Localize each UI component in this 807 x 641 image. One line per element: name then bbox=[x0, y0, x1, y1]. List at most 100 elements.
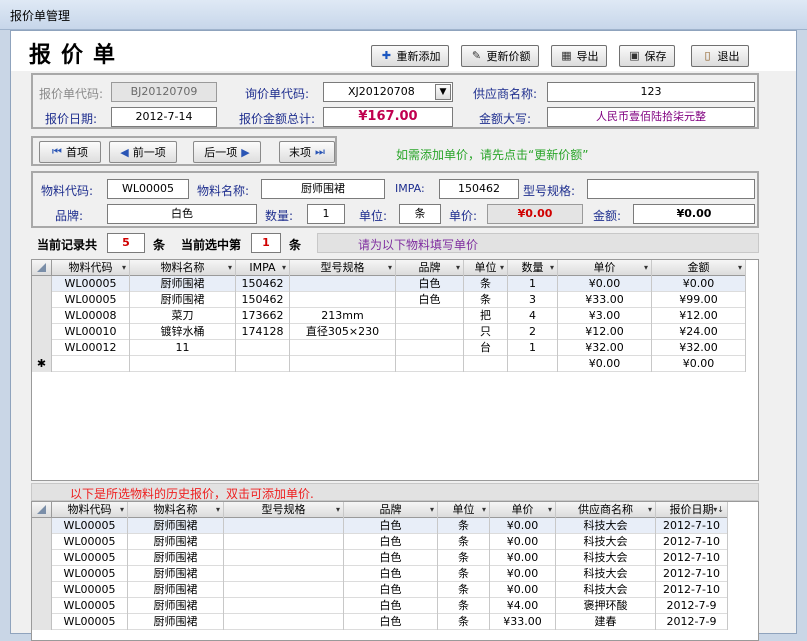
items-header-8[interactable]: 单价 ▾ bbox=[558, 260, 652, 276]
items-new-cell[interactable]: ¥0.00 bbox=[558, 356, 652, 372]
item-name-field[interactable]: 厨师围裙 bbox=[261, 179, 385, 199]
items-cell[interactable] bbox=[290, 340, 396, 356]
items-grid[interactable]: 物料代码 ▾ 物料名称 ▾ IMPA ▾ 型号规格 ▾ 品牌 ▾ 单位 ▾ 数量 ▾ 单价 ▾ 金额 ▾ WL000… bbox=[31, 259, 759, 481]
history-cell[interactable]: 建春 bbox=[556, 614, 656, 630]
items-cell[interactable] bbox=[236, 340, 290, 356]
history-row[interactable]: WL00005 厨师围裙 白色条 ¥0.00 科技大会 2012-7-10 bbox=[32, 582, 728, 598]
prev-record-button[interactable]: ◀ 前一项 bbox=[109, 141, 177, 163]
history-cell[interactable]: 厨师围裙 bbox=[128, 550, 224, 566]
items-cell[interactable]: 台 bbox=[464, 340, 508, 356]
history-cell[interactable]: WL00005 bbox=[52, 518, 128, 534]
history-cell[interactable]: 白色 bbox=[344, 614, 438, 630]
items-cell[interactable]: 1 bbox=[508, 276, 558, 292]
column-filter-arrow-icon[interactable]: ▾ bbox=[644, 260, 648, 275]
items-cell[interactable]: ¥3.00 bbox=[558, 308, 652, 324]
history-row[interactable]: WL00005 厨师围裙 白色条 ¥0.00 科技大会 2012-7-10 bbox=[32, 534, 728, 550]
history-cell[interactable]: 条 bbox=[438, 614, 490, 630]
brand-field[interactable]: 白色 bbox=[107, 204, 257, 224]
row-selector[interactable] bbox=[32, 518, 52, 534]
history-cell[interactable]: 条 bbox=[438, 550, 490, 566]
items-cell[interactable]: WL00005 bbox=[52, 276, 130, 292]
history-cell[interactable]: 2012-7-10 bbox=[656, 566, 728, 582]
history-cell[interactable]: 条 bbox=[438, 566, 490, 582]
items-cell[interactable]: 把 bbox=[464, 308, 508, 324]
history-cell[interactable]: 条 bbox=[438, 518, 490, 534]
impa-field[interactable]: 150462 bbox=[439, 179, 519, 199]
history-cell[interactable]: 厨师围裙 bbox=[128, 534, 224, 550]
items-cell[interactable]: ¥12.00 bbox=[558, 324, 652, 340]
exit-button[interactable]: ▯ 退出 bbox=[691, 45, 749, 67]
history-cell[interactable]: 厨师围裙 bbox=[128, 598, 224, 614]
row-selector[interactable] bbox=[32, 598, 52, 614]
items-cell[interactable]: 条 bbox=[464, 292, 508, 308]
items-row[interactable]: WL00005 厨师围裙 150462 白色条 3 ¥33.00 ¥99.00 bbox=[32, 292, 746, 308]
history-cell[interactable]: ¥0.00 bbox=[490, 566, 556, 582]
items-header-3[interactable]: IMPA ▾ bbox=[236, 260, 290, 276]
row-selector[interactable] bbox=[32, 340, 52, 356]
items-new-cell[interactable] bbox=[290, 356, 396, 372]
history-cell[interactable]: 条 bbox=[438, 534, 490, 550]
row-selector[interactable] bbox=[32, 550, 52, 566]
history-cell[interactable]: 2012-7-10 bbox=[656, 582, 728, 598]
select-all-corner[interactable] bbox=[32, 260, 52, 276]
column-filter-arrow-icon[interactable]: ▾ bbox=[282, 260, 286, 275]
history-cell[interactable]: ¥33.00 bbox=[490, 614, 556, 630]
items-new-cell[interactable] bbox=[464, 356, 508, 372]
history-grid[interactable]: 物料代码 ▾ 物料名称 ▾ 型号规格 ▾ 品牌 ▾ 单位 ▾ 单价 ▾ 供应商名称 ▾ 报价日期 ▾↓ WL00… bbox=[31, 501, 759, 641]
items-cell[interactable]: 只 bbox=[464, 324, 508, 340]
history-cell[interactable]: 白色 bbox=[344, 598, 438, 614]
unit-field[interactable]: 条 bbox=[399, 204, 441, 224]
history-cell[interactable] bbox=[224, 598, 344, 614]
items-row[interactable]: WL00008 菜刀 173662 213mm 把 4 ¥3.00 ¥12.00 bbox=[32, 308, 746, 324]
history-cell[interactable]: 白色 bbox=[344, 518, 438, 534]
row-selector[interactable] bbox=[32, 308, 52, 324]
column-filter-arrow-icon[interactable]: ▾ bbox=[482, 502, 486, 517]
history-cell[interactable]: 褒押环酸 bbox=[556, 598, 656, 614]
chevron-down-icon[interactable]: ▼ bbox=[435, 84, 451, 100]
items-header-9[interactable]: 金额 ▾ bbox=[652, 260, 746, 276]
items-cell[interactable]: WL00010 bbox=[52, 324, 130, 340]
history-row[interactable]: WL00005 厨师围裙 白色条 ¥0.00 科技大会 2012-7-10 bbox=[32, 566, 728, 582]
items-cell[interactable]: WL00005 bbox=[52, 292, 130, 308]
column-filter-arrow-icon[interactable]: ▾ bbox=[738, 260, 742, 275]
history-header-1[interactable]: 物料代码 ▾ bbox=[52, 502, 128, 518]
items-cell[interactable]: ¥32.00 bbox=[558, 340, 652, 356]
history-cell[interactable]: 科技大会 bbox=[556, 566, 656, 582]
items-cell[interactable] bbox=[396, 324, 464, 340]
items-cell[interactable]: 150462 bbox=[236, 276, 290, 292]
update-price-button[interactable]: ✎ 更新价额 bbox=[461, 45, 539, 67]
column-filter-arrow-icon[interactable]: ▾↓ bbox=[713, 502, 724, 517]
history-row[interactable]: WL00005 厨师围裙 白色条 ¥33.00 建春 2012-7-9 bbox=[32, 614, 728, 630]
items-new-row[interactable]: ✱ ¥0.00 ¥0.00 bbox=[32, 356, 746, 372]
items-row[interactable]: WL00005 厨师围裙 150462 白色条 1 ¥0.00 ¥0.00 bbox=[32, 276, 746, 292]
items-cell[interactable] bbox=[290, 276, 396, 292]
supplier-field[interactable]: 123 bbox=[547, 82, 755, 102]
history-cell[interactable]: 2012-7-10 bbox=[656, 550, 728, 566]
history-cell[interactable]: WL00005 bbox=[52, 598, 128, 614]
items-cell[interactable]: 150462 bbox=[236, 292, 290, 308]
items-cell[interactable]: 4 bbox=[508, 308, 558, 324]
last-record-button[interactable]: 末项 ⏭ bbox=[279, 141, 335, 163]
history-cell[interactable]: 白色 bbox=[344, 566, 438, 582]
items-cell[interactable] bbox=[396, 340, 464, 356]
history-cell[interactable]: WL00005 bbox=[52, 614, 128, 630]
history-cell[interactable]: 条 bbox=[438, 582, 490, 598]
items-cell[interactable]: 白色 bbox=[396, 276, 464, 292]
items-cell[interactable]: 174128 bbox=[236, 324, 290, 340]
items-new-cell[interactable]: ¥0.00 bbox=[652, 356, 746, 372]
column-filter-arrow-icon[interactable]: ▾ bbox=[648, 502, 652, 517]
items-cell[interactable]: ¥33.00 bbox=[558, 292, 652, 308]
column-filter-arrow-icon[interactable]: ▾ bbox=[500, 260, 504, 275]
items-cell[interactable]: 11 bbox=[130, 340, 236, 356]
column-filter-arrow-icon[interactable]: ▾ bbox=[548, 502, 552, 517]
qty-field[interactable]: 1 bbox=[307, 204, 345, 224]
items-new-cell[interactable] bbox=[130, 356, 236, 372]
items-header-1[interactable]: 物料代码 ▾ bbox=[52, 260, 130, 276]
items-cell[interactable]: ¥0.00 bbox=[558, 276, 652, 292]
price-field[interactable]: ¥0.00 bbox=[487, 204, 583, 224]
row-selector[interactable] bbox=[32, 582, 52, 598]
items-new-cell[interactable] bbox=[508, 356, 558, 372]
history-cell[interactable]: 2012-7-9 bbox=[656, 598, 728, 614]
items-cell[interactable]: ¥24.00 bbox=[652, 324, 746, 340]
items-row[interactable]: WL00012 11 台 1 ¥32.00 ¥32.00 bbox=[32, 340, 746, 356]
